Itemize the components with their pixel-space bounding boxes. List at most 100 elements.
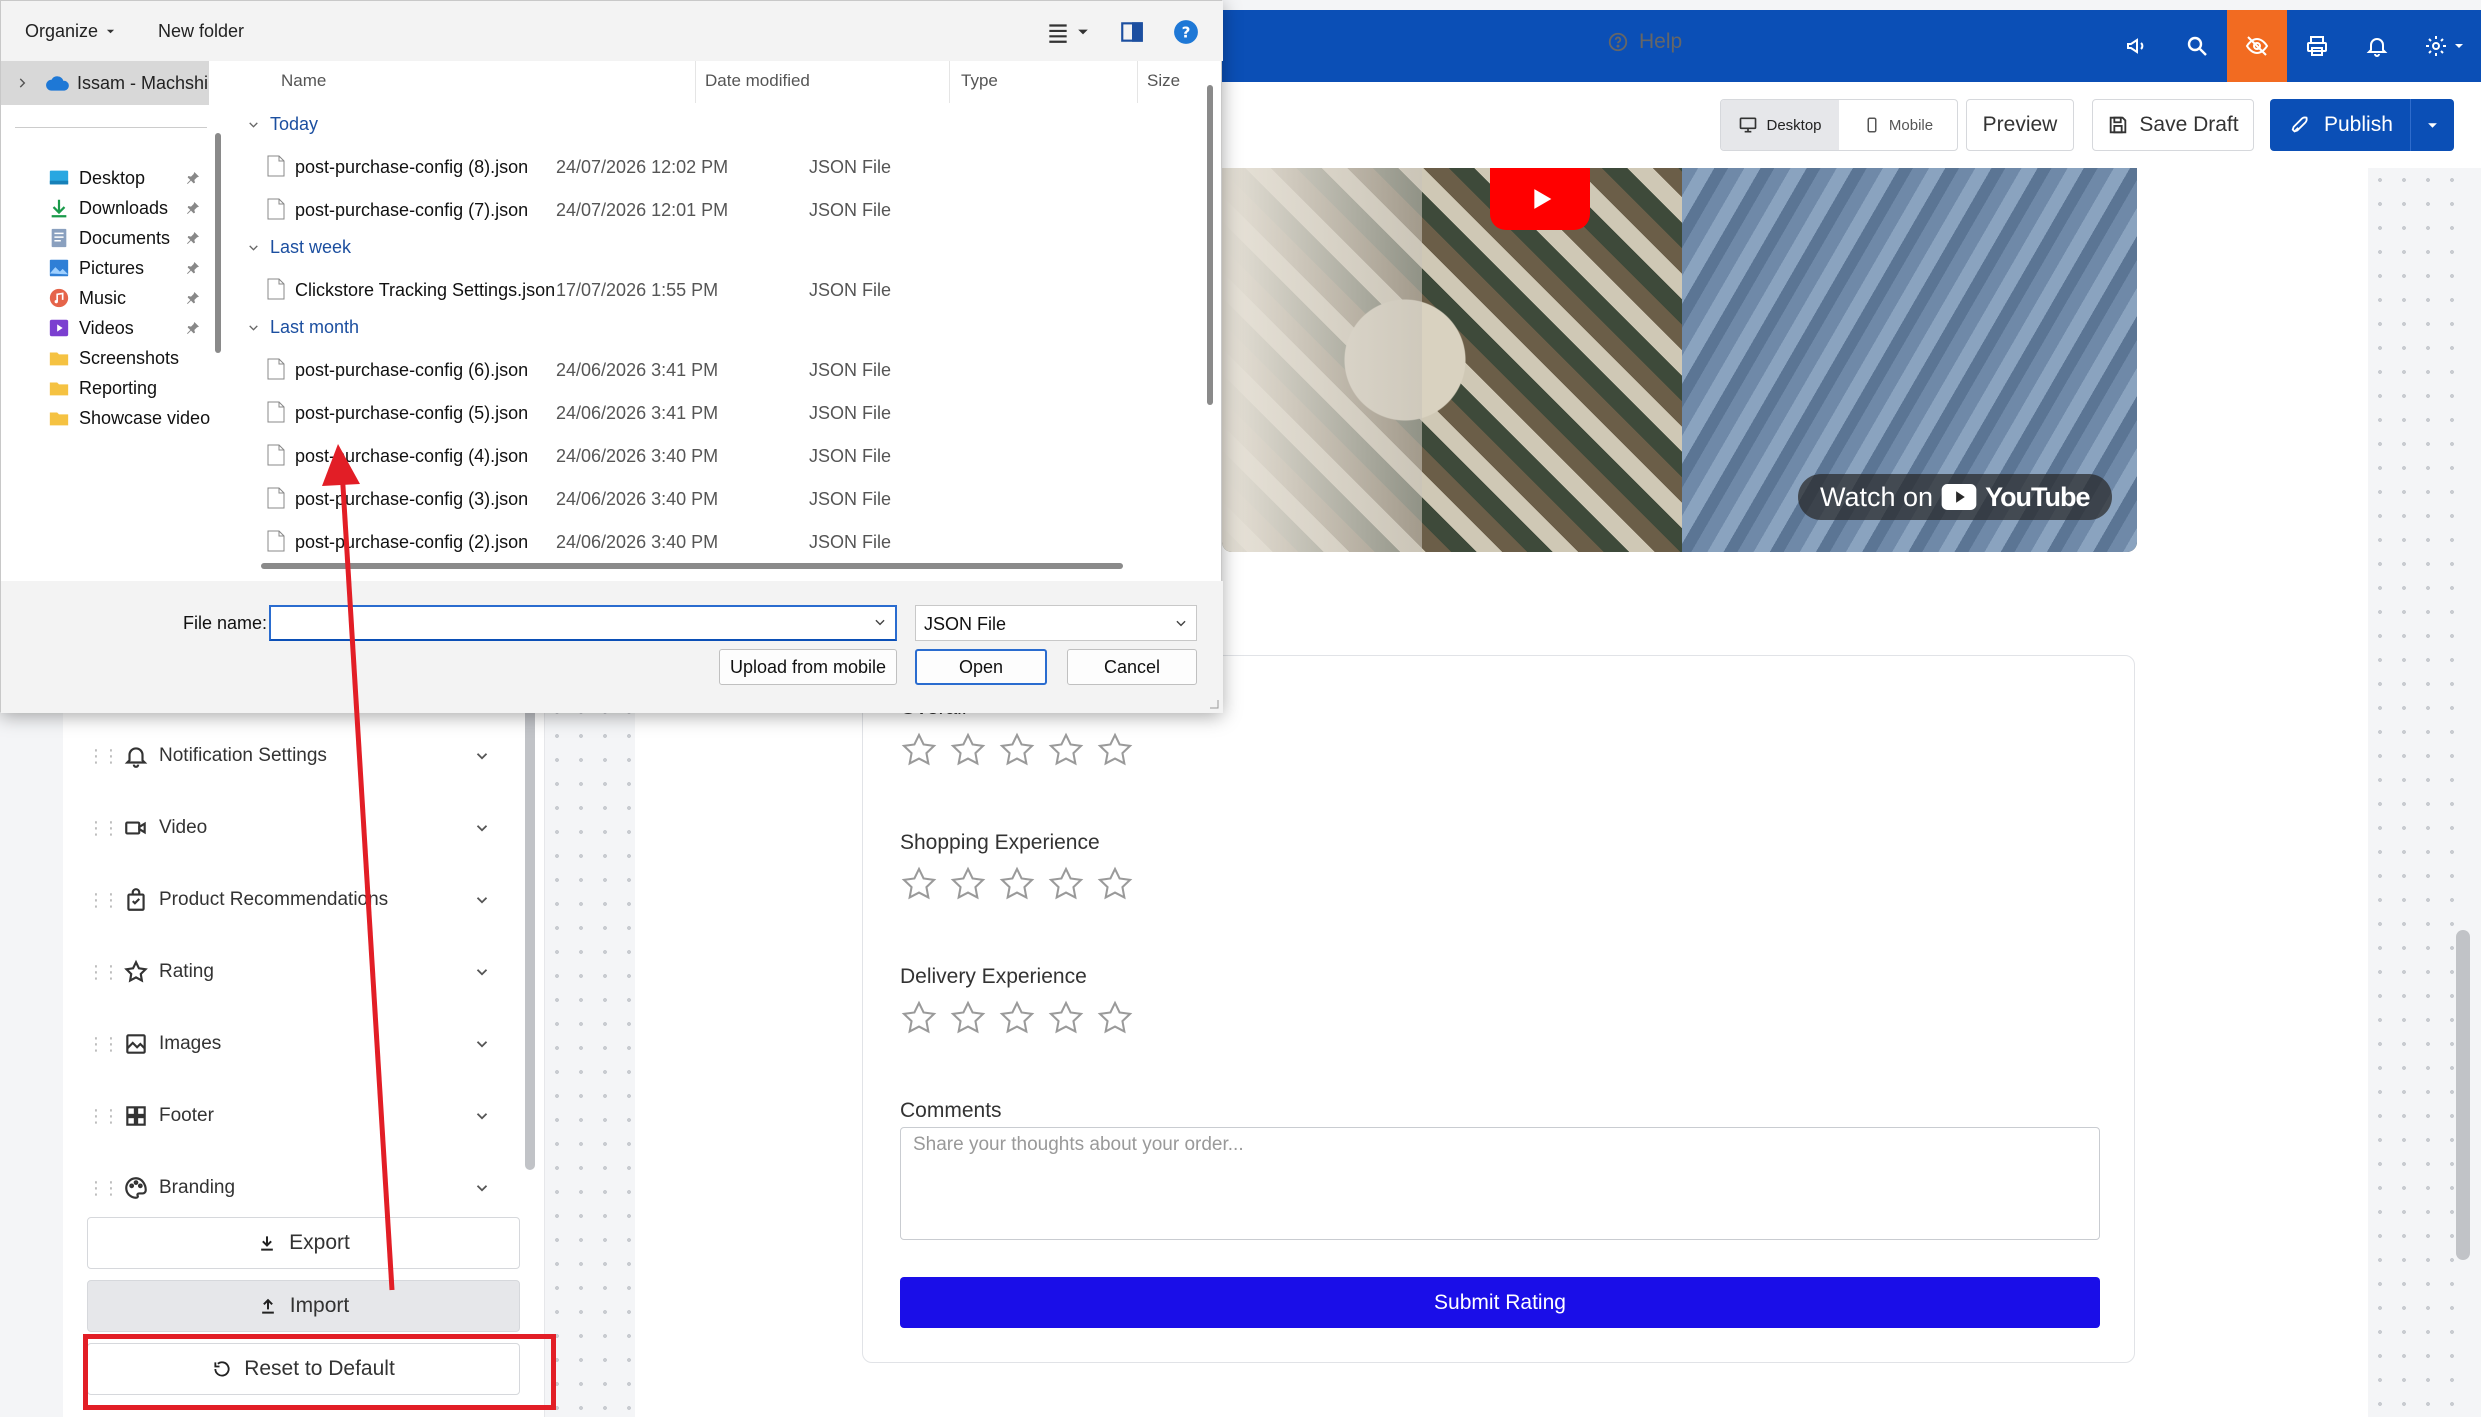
group-header-today[interactable]: Today	[247, 114, 318, 135]
comments-textarea[interactable]: Share your thoughts about your order...	[900, 1127, 2100, 1240]
file-name-input[interactable]	[269, 605, 897, 641]
nav-item-music[interactable]: Music	[47, 283, 199, 313]
mobile-view-button[interactable]: Mobile	[1839, 100, 1957, 150]
preview-button[interactable]: Preview	[1966, 99, 2074, 151]
drag-handle-icon[interactable]: ⋮⋮	[87, 1106, 120, 1127]
chevron-down-icon[interactable]	[473, 747, 491, 765]
rating-star-icon[interactable]	[998, 731, 1036, 774]
rating-star-icon[interactable]	[1096, 731, 1134, 774]
video-embed[interactable]: Watch on YouTube	[1222, 168, 2137, 552]
publish-dropdown-icon[interactable]	[2410, 99, 2454, 151]
chevron-down-icon[interactable]	[473, 819, 491, 837]
printer-icon[interactable]	[2287, 10, 2347, 82]
view-options-icon[interactable]	[1045, 19, 1071, 45]
drag-handle-icon[interactable]: ⋮⋮	[87, 1178, 120, 1199]
file-row[interactable]: post-purchase-config (6).json 24/06/2026…	[251, 350, 1191, 390]
resize-grip-icon[interactable]	[1207, 697, 1219, 709]
submit-rating-button[interactable]: Submit Rating	[900, 1277, 2100, 1328]
chevron-down-icon[interactable]	[473, 1035, 491, 1053]
sidebar-item-notification-settings[interactable]: ⋮⋮ Notification Settings	[63, 726, 533, 786]
rating-star-icon[interactable]	[1096, 999, 1134, 1042]
nav-item-documents[interactable]: Documents	[47, 223, 199, 253]
group-header-last-week[interactable]: Last week	[247, 237, 351, 258]
sidebar-item-video[interactable]: ⋮⋮ Video	[63, 798, 533, 858]
eye-off-icon[interactable]	[2227, 10, 2287, 82]
rating-star-icon[interactable]	[1096, 865, 1134, 908]
organize-menu[interactable]: Organize	[25, 21, 115, 42]
desktop-view-button[interactable]: Desktop	[1721, 100, 1839, 150]
column-header-type[interactable]: Type	[961, 71, 998, 91]
file-row[interactable]: Clickstore Tracking Settings.json 17/07/…	[251, 270, 1191, 310]
publish-button[interactable]: Publish	[2270, 99, 2454, 151]
nav-scrollbar[interactable]	[215, 133, 221, 353]
nav-item-desktop[interactable]: Desktop	[47, 163, 199, 193]
rating-star-icon[interactable]	[900, 865, 938, 908]
column-header-name[interactable]: Name	[281, 71, 326, 91]
help-link[interactable]: Help	[1607, 30, 1682, 54]
page-scrollbar[interactable]	[2456, 930, 2470, 1260]
file-row[interactable]: post-purchase-config (2).json 24/06/2026…	[251, 522, 1191, 562]
import-button[interactable]: Import	[87, 1280, 520, 1332]
drag-handle-icon[interactable]: ⋮⋮	[87, 890, 120, 911]
rating-star-icon[interactable]	[998, 999, 1036, 1042]
youtube-play-icon[interactable]	[1490, 168, 1590, 230]
rating-star-icon[interactable]	[1047, 999, 1085, 1042]
file-row[interactable]: post-purchase-config (4).json 24/06/2026…	[251, 436, 1191, 476]
file-row[interactable]: post-purchase-config (3).json 24/06/2026…	[251, 479, 1191, 519]
rating-star-icon[interactable]	[900, 999, 938, 1042]
chevron-down-icon[interactable]	[473, 1107, 491, 1125]
drag-handle-icon[interactable]: ⋮⋮	[87, 746, 120, 767]
column-header-size[interactable]: Size	[1147, 71, 1180, 91]
watch-on-youtube-button[interactable]: Watch on YouTube	[1798, 474, 2112, 520]
file-list-horizontal-scrollbar[interactable]	[261, 563, 1123, 569]
chevron-down-icon[interactable]	[1077, 19, 1089, 45]
sidebar-item-product-recommendations[interactable]: ⋮⋮ Product Recommendations	[63, 870, 533, 930]
rating-star-icon[interactable]	[949, 999, 987, 1042]
nav-item-root[interactable]: Issam - Machshi	[1, 61, 209, 105]
preview-pane-icon[interactable]	[1119, 19, 1145, 45]
drag-handle-icon[interactable]: ⋮⋮	[87, 962, 120, 983]
search-icon[interactable]	[2167, 10, 2227, 82]
group-header-last-month[interactable]: Last month	[247, 317, 359, 338]
nav-item-reporting[interactable]: Reporting	[47, 373, 157, 403]
rating-star-icon[interactable]	[998, 865, 1036, 908]
upload-from-mobile-button[interactable]: Upload from mobile	[719, 649, 897, 685]
chevron-down-icon[interactable]	[473, 891, 491, 909]
sidebar-item-footer[interactable]: ⋮⋮ Footer	[63, 1086, 533, 1146]
sidebar-item-images[interactable]: ⋮⋮ Images	[63, 1014, 533, 1074]
rating-star-icon[interactable]	[949, 731, 987, 774]
chevron-down-icon[interactable]	[873, 615, 887, 629]
nav-item-videos[interactable]: Videos	[47, 313, 199, 343]
nav-item-showcase-video[interactable]: Showcase video	[47, 403, 210, 433]
nav-item-screenshots[interactable]: Screenshots	[47, 343, 179, 373]
file-list-vertical-scrollbar[interactable]	[1207, 85, 1213, 405]
settings-menu-icon[interactable]	[2407, 10, 2481, 82]
drag-handle-icon[interactable]: ⋮⋮	[87, 818, 120, 839]
cancel-button[interactable]: Cancel	[1067, 649, 1197, 685]
chevron-right-icon[interactable]	[15, 76, 29, 90]
rating-star-icon[interactable]	[900, 731, 938, 774]
open-button[interactable]: Open	[915, 649, 1047, 685]
help-icon[interactable]: ?	[1173, 19, 1199, 45]
chevron-down-icon[interactable]	[473, 963, 491, 981]
sidebar-scrollbar[interactable]	[525, 700, 535, 1170]
rating-star-icon[interactable]	[949, 865, 987, 908]
megaphone-icon[interactable]	[2107, 10, 2167, 82]
bell-icon[interactable]	[2347, 10, 2407, 82]
file-row[interactable]: post-purchase-config (5).json 24/06/2026…	[251, 393, 1191, 433]
file-row[interactable]: post-purchase-config (7).json 24/07/2026…	[251, 190, 1191, 230]
rating-star-icon[interactable]	[1047, 865, 1085, 908]
drag-handle-icon[interactable]: ⋮⋮	[87, 1034, 120, 1055]
nav-item-pictures[interactable]: Pictures	[47, 253, 199, 283]
sidebar-item-branding[interactable]: ⋮⋮ Branding	[63, 1158, 533, 1218]
save-draft-button[interactable]: Save Draft	[2092, 99, 2254, 151]
file-row[interactable]: post-purchase-config (8).json 24/07/2026…	[251, 147, 1191, 187]
column-header-date-modified[interactable]: Date modified	[705, 71, 810, 91]
rating-star-icon[interactable]	[1047, 731, 1085, 774]
export-button[interactable]: Export	[87, 1217, 520, 1269]
file-type-select[interactable]: JSON File	[915, 605, 1197, 641]
nav-item-downloads[interactable]: Downloads	[47, 193, 199, 223]
chevron-down-icon[interactable]	[473, 1179, 491, 1197]
sidebar-item-rating[interactable]: ⋮⋮ Rating	[63, 942, 533, 1002]
new-folder-button[interactable]: New folder	[158, 21, 244, 42]
